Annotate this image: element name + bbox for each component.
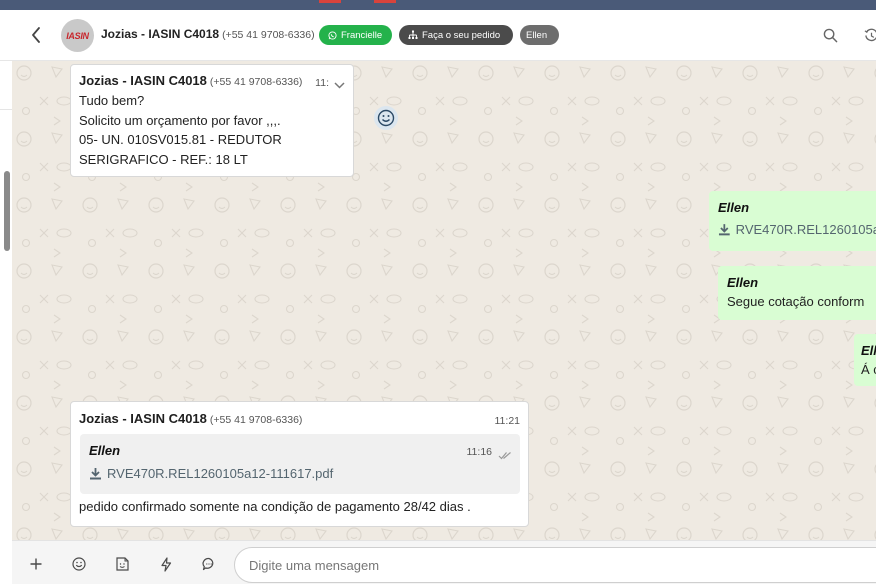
message-sender: Jozias - IASIN C4018 (+55 41 9708-6336) <box>79 411 520 426</box>
chat-area: Jozias - IASIN C4018 (+55 41 9708-6336) 1… <box>12 61 876 540</box>
incoming-message[interactable]: Jozias - IASIN C4018 (+55 41 9708-6336) 1… <box>70 401 529 527</box>
sender-name: Jozias - IASIN C4018 <box>79 73 207 88</box>
quick-reply-button[interactable] <box>200 555 218 573</box>
double-check-icon <box>498 447 512 465</box>
tag-faca-seu-pedido[interactable]: Faça o seu pedido <box>399 25 513 45</box>
search-button[interactable] <box>821 26 839 44</box>
message-sender: Jozias - IASIN C4018 (+55 41 9708-6336) <box>79 73 345 88</box>
file-name: RVE470R.REL1260105a12-111617.pdf <box>107 466 334 481</box>
top-strip <box>0 0 876 10</box>
conversation-list-edge <box>0 61 12 540</box>
message-text: Á c <box>861 362 876 377</box>
sender-phone: (+55 41 9708-6336) <box>209 76 303 88</box>
sender-name: Jozias - IASIN C4018 <box>79 411 207 426</box>
quoted-message[interactable]: Ellen 11:16 RVE470R.REL1260105a12-111617… <box>80 434 520 494</box>
message-text: Segue cotação conform <box>727 294 865 309</box>
file-attachment[interactable]: RVE470R.REL1260105a <box>718 222 876 237</box>
sticker-icon <box>116 557 129 571</box>
quick-reply-icon <box>202 557 214 571</box>
emoji-icon <box>72 557 86 571</box>
emoji-icon <box>377 109 395 127</box>
contact-name[interactable]: Jozias - IASIN C4018 (+55 41 9708-6336) <box>101 27 315 41</box>
divider <box>0 109 12 110</box>
sender-phone: (+55 41 9708-6336) <box>209 414 303 426</box>
outgoing-message[interactable]: Ellen RVE470R.REL1260105a <box>709 191 876 251</box>
tag-label: Ellen <box>526 29 548 41</box>
message-sender: Ellen <box>718 200 750 215</box>
emoji-button[interactable] <box>70 555 88 573</box>
bolt-icon <box>161 556 172 572</box>
message-composer <box>12 540 876 584</box>
download-icon <box>718 224 730 236</box>
message-sender: Ell <box>861 343 876 358</box>
search-icon <box>823 28 837 42</box>
sitemap-icon <box>408 30 418 39</box>
message-line: Tudo bem? <box>79 93 145 108</box>
contact-phone: (+55 41 9708-6336) <box>222 29 315 41</box>
tag-ellen[interactable]: Ellen <box>520 25 559 45</box>
history-button[interactable] <box>862 26 876 44</box>
attach-button[interactable] <box>27 555 45 573</box>
tag-francielle[interactable]: Francielle <box>319 25 392 45</box>
strip-mark <box>374 0 396 3</box>
message-text: pedido confirmado somente na condição de… <box>79 499 471 514</box>
message-line: Solicito um orçamento por favor ,,,. <box>79 112 281 128</box>
quoted-sender: Ellen <box>89 443 121 458</box>
quoted-time: 11:16 <box>466 446 493 458</box>
plus-icon <box>30 558 42 570</box>
message-input[interactable] <box>234 547 876 583</box>
chat-header: IASIN Jozias - IASIN C4018 (+55 41 9708-6… <box>0 10 876 61</box>
file-attachment[interactable]: RVE470R.REL1260105a12-111617.pdf <box>89 466 511 481</box>
message-time: 11: <box>315 77 329 89</box>
history-icon <box>864 28 876 41</box>
back-button[interactable] <box>26 25 46 45</box>
react-button[interactable] <box>374 106 398 130</box>
avatar-logo: IASIN <box>66 30 89 41</box>
chevron-down-icon <box>334 82 345 89</box>
message-menu-button[interactable] <box>334 76 345 94</box>
quick-action-button[interactable] <box>157 555 175 573</box>
scrollbar-thumb[interactable] <box>4 171 10 251</box>
message-time: 11:21 <box>494 415 521 427</box>
whatsapp-icon <box>328 30 337 40</box>
file-name: RVE470R.REL1260105a <box>735 222 876 237</box>
message-sender: Ellen <box>727 275 759 290</box>
message-line: SERIGRAFICO - REF.: 18 LT <box>79 151 248 167</box>
tag-label: Francielle <box>341 29 383 41</box>
download-icon <box>90 468 101 480</box>
strip-mark <box>319 0 341 3</box>
message-line: 05- UN. 010SV015.81 - REDUTOR <box>79 132 282 147</box>
outgoing-message[interactable]: Ellen Segue cotação conform <box>718 266 876 320</box>
sticker-button[interactable] <box>113 555 131 573</box>
contact-name-text: Jozias - IASIN C4018 <box>101 27 220 41</box>
avatar[interactable]: IASIN <box>61 19 94 52</box>
outgoing-message[interactable]: Ell Á c <box>854 334 876 386</box>
incoming-message[interactable]: Jozias - IASIN C4018 (+55 41 9708-6336) 1… <box>70 64 354 177</box>
tag-label: Faça o seu pedido <box>422 29 501 41</box>
back-icon <box>32 27 40 43</box>
